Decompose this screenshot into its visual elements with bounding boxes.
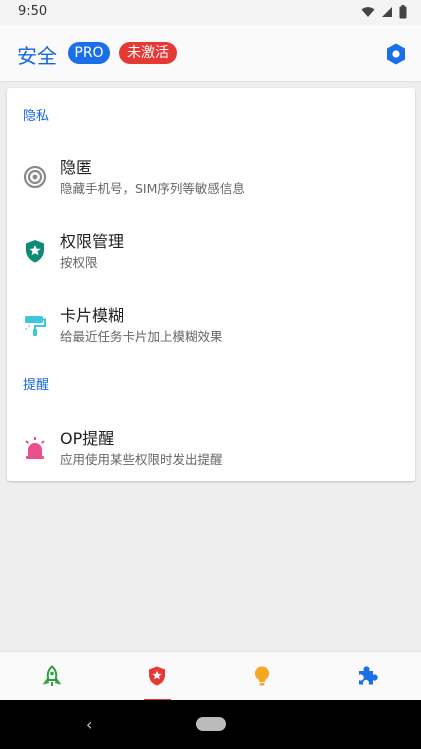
list-item-subtitle: 按权限: [60, 255, 98, 270]
nav-tab-extensions[interactable]: [315, 652, 420, 701]
list-item-permission-manager[interactable]: 权限管理 按权限: [7, 227, 415, 289]
nav-tab-boost[interactable]: [0, 652, 105, 701]
list-item-label: OP提醒: [60, 429, 115, 448]
list-item-card-blur[interactable]: 卡片模糊 给最近任务卡片加上模糊效果: [7, 301, 415, 363]
puzzle-icon: [359, 666, 378, 685]
back-icon[interactable]: ‹: [86, 715, 92, 734]
system-nav-bar: ‹: [0, 700, 421, 749]
home-pill-icon[interactable]: [196, 717, 226, 731]
system-icons: [361, 5, 407, 19]
nav-tab-tips[interactable]: [210, 652, 315, 701]
rocket-icon: [42, 665, 62, 686]
activation-status-badge[interactable]: 未激活: [119, 42, 177, 64]
target-icon: [21, 163, 49, 191]
shield-star-icon: [149, 666, 165, 686]
battery-icon: [399, 5, 407, 19]
list-item-label: 隐匿: [60, 158, 93, 177]
list-item-subtitle: 隐藏手机号，SIM序列等敏感信息: [60, 181, 245, 196]
list-item-label: 权限管理: [60, 232, 125, 251]
list-item-op-reminder[interactable]: OP提醒 应用使用某些权限时发出提醒: [7, 424, 415, 486]
hexagon-settings-icon[interactable]: [384, 42, 408, 66]
page-title: 安全: [17, 44, 57, 68]
alarm-light-icon: [21, 434, 49, 462]
bottom-navigation: [0, 651, 421, 701]
settings-card: 隐私 隐匿 隐藏手机号，SIM序列等敏感信息 权限管理 按权限 卡片模糊 给最近…: [7, 88, 415, 481]
signal-icon: [382, 7, 392, 17]
status-bar: 9:50: [0, 0, 421, 25]
list-item-label: 卡片模糊: [60, 306, 125, 325]
status-time: 9:50: [18, 4, 48, 19]
pro-badge[interactable]: PRO: [68, 42, 110, 64]
section-header-privacy: 隐私: [23, 109, 50, 124]
shield-star-icon: [21, 237, 49, 265]
list-item-subtitle: 给最近任务卡片加上模糊效果: [60, 329, 223, 344]
lightbulb-icon: [255, 666, 269, 686]
list-item-hide[interactable]: 隐匿 隐藏手机号，SIM序列等敏感信息: [7, 153, 415, 215]
wifi-icon: [361, 7, 375, 17]
section-header-reminder: 提醒: [23, 378, 50, 393]
list-item-subtitle: 应用使用某些权限时发出提醒: [60, 452, 223, 467]
paint-roller-icon: [21, 311, 49, 339]
app-bar: 安全 PRO 未激活: [0, 25, 421, 82]
nav-tab-security[interactable]: [105, 652, 210, 701]
